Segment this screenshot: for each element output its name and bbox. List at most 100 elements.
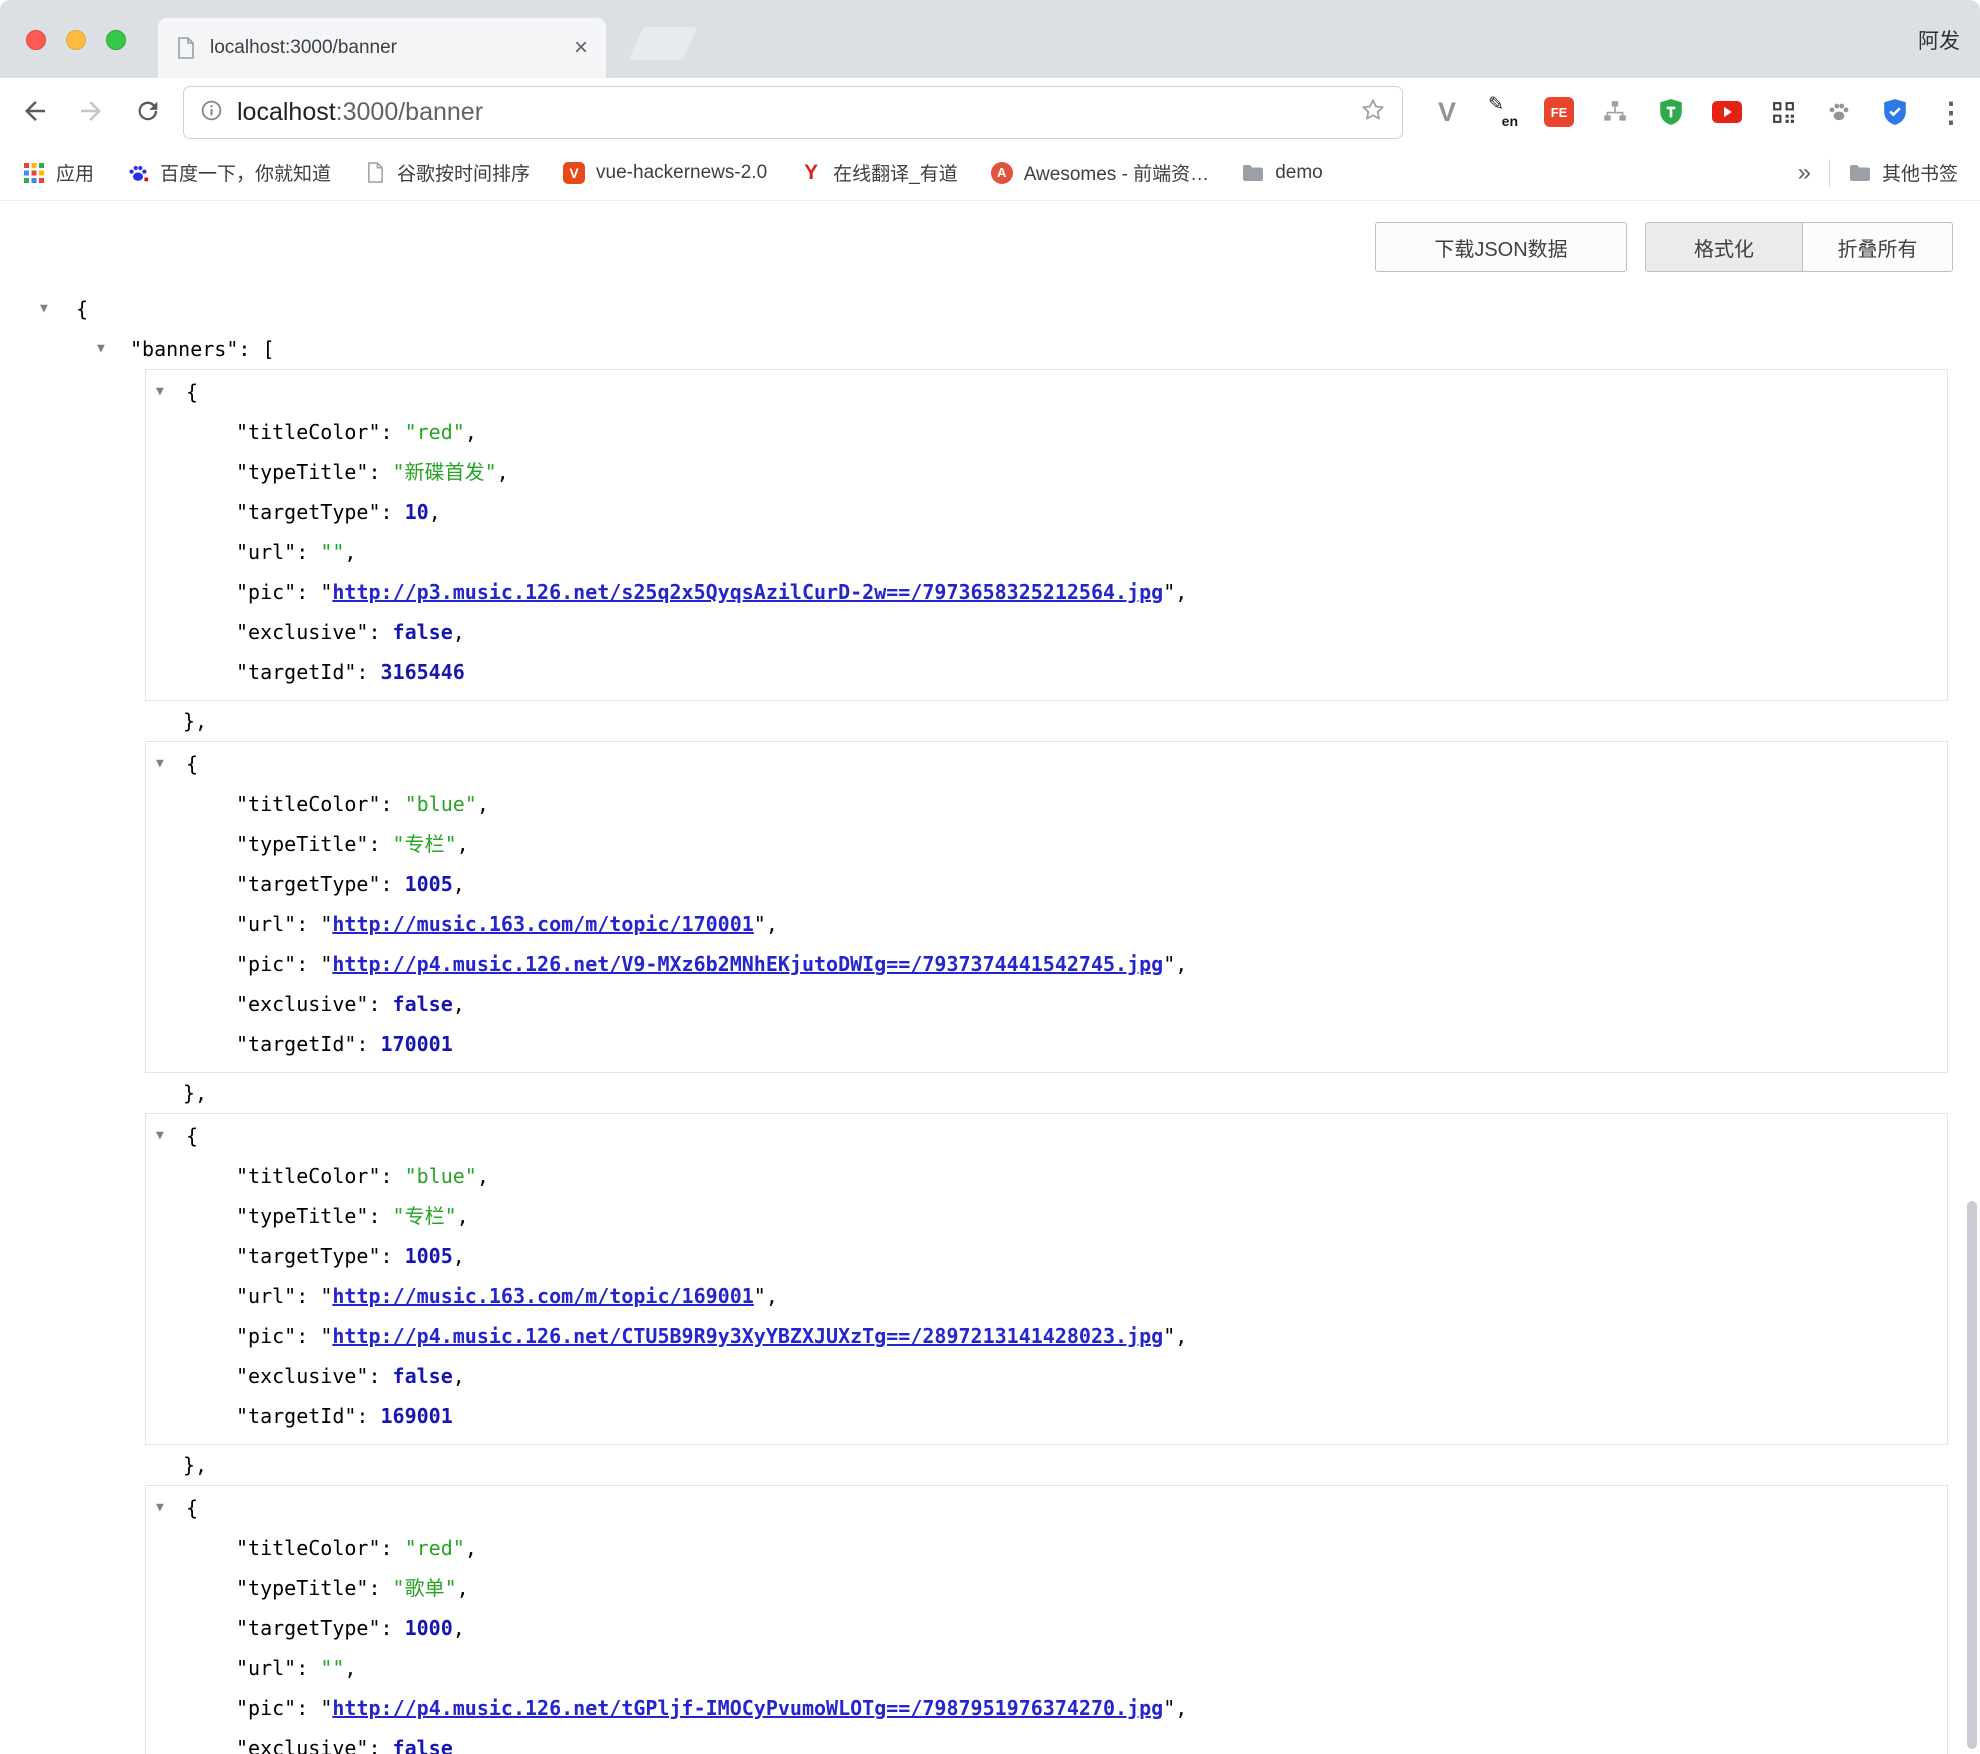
bookmark-item[interactable]: 百度一下，你就知道 — [126, 159, 331, 186]
bookmark-label: demo — [1275, 162, 1323, 184]
json-punctuation: }, — [183, 709, 207, 733]
json-property-line: "titleColor": "blue", — [146, 784, 1947, 824]
json-key: "titleColor" — [236, 1536, 381, 1560]
paw-icon[interactable] — [1818, 91, 1860, 133]
json-link-value[interactable]: http://music.163.com/m/topic/170001 — [332, 912, 753, 936]
extensions-strip: V ✎en FE ⋮ — [1426, 84, 1972, 140]
page-content: 下载JSON数据 格式化 折叠所有 ▼{▼"banners": [▼{"titl… — [0, 202, 1980, 1754]
collapse-triangle-icon[interactable]: ▼ — [156, 1488, 164, 1528]
new-tab-button[interactable] — [629, 27, 698, 60]
json-array-open: ▼"banners": [ — [40, 329, 1948, 369]
browser-tab[interactable]: localhost:3000/banner × — [158, 18, 606, 78]
json-key: "targetId" — [236, 660, 356, 684]
json-property-line: "exclusive": false — [146, 1728, 1947, 1754]
json-punctuation: : — [381, 1244, 405, 1268]
collapse-triangle-icon[interactable]: ▼ — [156, 372, 164, 412]
json-property-line: "exclusive": false, — [146, 612, 1947, 652]
json-punctuation: : — [381, 500, 405, 524]
banner-object: ▼{"titleColor": "red","typeTitle": "歌单",… — [40, 1485, 1948, 1754]
collapse-triangle-icon[interactable]: ▼ — [40, 289, 48, 329]
bookmark-star-icon[interactable] — [1360, 97, 1386, 128]
json-string-value: "新碟首发" — [393, 460, 497, 484]
json-object-open: ▼{ — [146, 744, 1947, 784]
collapse-all-button[interactable]: 折叠所有 — [1803, 222, 1953, 272]
collapse-triangle-icon[interactable]: ▼ — [156, 744, 164, 784]
profile-name[interactable]: 阿发 — [1918, 25, 1960, 55]
bookmarks-overflow-icon[interactable]: » — [1798, 159, 1811, 187]
info-icon[interactable] — [200, 99, 223, 127]
org-chart-icon[interactable] — [1594, 91, 1636, 133]
bookmark-item[interactable]: demo — [1241, 161, 1323, 185]
qrcode-icon[interactable] — [1762, 91, 1804, 133]
json-punctuation: : — [296, 1656, 320, 1680]
tab-close-icon[interactable]: × — [572, 36, 590, 60]
json-number-value: 170001 — [381, 1032, 453, 1056]
json-punctuation: " — [1163, 952, 1175, 976]
json-key: "titleColor" — [236, 1164, 381, 1188]
download-json-button[interactable]: 下载JSON数据 — [1375, 222, 1627, 272]
fe-icon[interactable]: FE — [1538, 91, 1580, 133]
json-punctuation: , — [457, 832, 469, 856]
back-button[interactable] — [13, 89, 57, 133]
json-punctuation: : — [368, 1736, 392, 1754]
json-punctuation: : — [381, 872, 405, 896]
collapse-triangle-icon[interactable]: ▼ — [156, 1116, 164, 1156]
bookmark-item[interactable]: 谷歌按时间排序 — [363, 159, 530, 186]
url-path: :3000/banner — [336, 98, 483, 126]
minimize-window-button[interactable] — [66, 30, 86, 50]
json-property-line: "typeTitle": "歌单", — [146, 1568, 1947, 1608]
collapse-triangle-icon[interactable]: ▼ — [97, 329, 105, 369]
json-property-line: "url": "", — [146, 1648, 1947, 1688]
browser-window: localhost:3000/banner × 阿发 localhost:300… — [0, 0, 1980, 1754]
bookmarks-list: 应用 百度一下，你就知道 谷歌按时间排序 Vvue-hackernews-2.0 Y在线… — [22, 159, 1323, 186]
json-punctuation: " — [320, 1324, 332, 1348]
format-button[interactable]: 格式化 — [1645, 222, 1803, 272]
reload-button[interactable] — [126, 89, 170, 133]
json-property-line: "pic": "http://p4.music.126.net/tGPljf-I… — [146, 1688, 1947, 1728]
json-number-value: 169001 — [381, 1404, 453, 1428]
youtube-icon[interactable] — [1706, 91, 1748, 133]
folder-icon — [1241, 161, 1265, 185]
json-link-value[interactable]: http://p4.music.126.net/V9-MXz6b2MNhEKju… — [332, 952, 1163, 976]
json-key: "exclusive" — [236, 620, 368, 644]
vimium-icon[interactable]: V — [1426, 91, 1468, 133]
blue-shield-icon[interactable] — [1874, 91, 1916, 133]
json-string-value: "专栏" — [393, 832, 457, 856]
bookmark-item[interactable]: Vvue-hackernews-2.0 — [562, 161, 767, 185]
bookmark-label: vue-hackernews-2.0 — [596, 162, 767, 184]
scrollbar-thumb[interactable] — [1967, 1201, 1977, 1749]
json-punctuation: : — [368, 992, 392, 1016]
forward-button[interactable] — [69, 89, 113, 133]
json-property-line: "pic": "http://p4.music.126.net/V9-MXz6b… — [146, 944, 1947, 984]
bookmark-item[interactable]: Y在线翻译_有道 — [799, 159, 958, 186]
json-link-value[interactable]: http://p3.music.126.net/s25q2x5QyqsAzilC… — [332, 580, 1163, 604]
translate-icon[interactable]: ✎en — [1482, 91, 1524, 133]
bookmarks-divider — [1829, 159, 1830, 187]
json-property-line: "typeTitle": "专栏", — [146, 1196, 1947, 1236]
bookmark-label: 百度一下，你就知道 — [160, 159, 331, 186]
browser-menu-icon[interactable]: ⋮ — [1930, 91, 1972, 133]
json-punctuation: : — [296, 580, 320, 604]
bookmark-item[interactable]: AAwesomes - 前端资… — [990, 159, 1209, 186]
green-shield-icon[interactable] — [1650, 91, 1692, 133]
apps-grid-icon — [22, 161, 46, 185]
json-property-line: "targetId": 169001 — [146, 1396, 1947, 1436]
json-link-value[interactable]: http://music.163.com/m/topic/169001 — [332, 1284, 753, 1308]
json-string-value: "red" — [405, 420, 465, 444]
bookmark-item[interactable]: 应用 — [22, 159, 94, 186]
bookmark-label: 在线翻译_有道 — [833, 159, 958, 186]
url-text[interactable]: localhost:3000/banner — [237, 98, 1346, 127]
json-key: "pic" — [236, 952, 296, 976]
fullscreen-window-button[interactable] — [106, 30, 126, 50]
json-object-open: ▼{ — [146, 1488, 1947, 1528]
json-key: "targetId" — [236, 1404, 356, 1428]
json-punctuation: , — [453, 1364, 465, 1388]
other-bookmarks-button[interactable]: 其他书签 — [1848, 159, 1958, 186]
close-window-button[interactable] — [26, 30, 46, 50]
json-link-value[interactable]: http://p4.music.126.net/tGPljf-IMOCyPvum… — [332, 1696, 1163, 1720]
address-bar[interactable]: localhost:3000/banner — [183, 86, 1403, 139]
page-icon — [174, 36, 198, 60]
json-punctuation: : — [368, 832, 392, 856]
json-punctuation: , — [429, 500, 441, 524]
json-link-value[interactable]: http://p4.music.126.net/CTU5B9R9y3XyYBZX… — [332, 1324, 1163, 1348]
